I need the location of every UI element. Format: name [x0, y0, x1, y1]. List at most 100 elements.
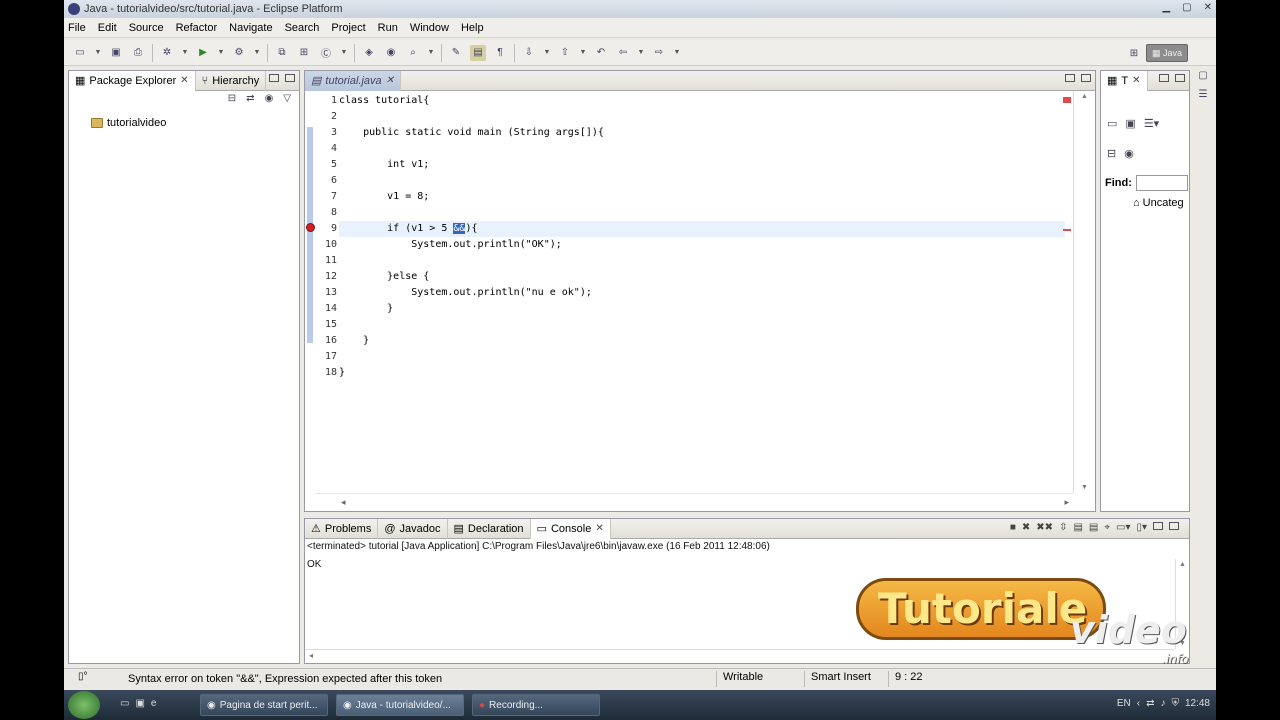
- maximize-view-icon[interactable]: [1175, 74, 1185, 82]
- menu-edit[interactable]: Edit: [98, 22, 117, 34]
- show-whitespace-icon[interactable]: ¶: [492, 45, 508, 61]
- code-line[interactable]: }else {: [339, 269, 1065, 285]
- code-line[interactable]: int v1;: [339, 157, 1065, 173]
- toggle-block-icon[interactable]: ▤: [470, 44, 486, 61]
- display-console-icon[interactable]: ▭▾: [1116, 522, 1130, 533]
- remove-launch-icon[interactable]: ✖: [1022, 522, 1030, 533]
- tab-task-list[interactable]: ▦ T ✕: [1101, 70, 1148, 91]
- tab-problems[interactable]: ⚠ Problems: [305, 518, 379, 539]
- code-line[interactable]: [339, 109, 1065, 125]
- clock[interactable]: 12:48: [1185, 698, 1210, 709]
- code-area[interactable]: class tutorial{ public static void main …: [339, 93, 1065, 381]
- scroll-right-icon[interactable]: ▸: [1064, 497, 1069, 508]
- restore-icon[interactable]: ▢: [1198, 70, 1207, 81]
- previous-annotation-icon[interactable]: ⇧: [557, 45, 573, 61]
- code-line[interactable]: }: [339, 301, 1065, 317]
- tab-hierarchy[interactable]: ⑂ Hierarchy: [196, 70, 267, 91]
- menu-help[interactable]: Help: [461, 22, 484, 34]
- menu-refactor[interactable]: Refactor: [176, 22, 218, 34]
- debug-icon[interactable]: ✲: [159, 45, 175, 61]
- menu-source[interactable]: Source: [129, 22, 164, 34]
- print-icon[interactable]: ⎙: [130, 45, 146, 61]
- external-tools-icon[interactable]: ⚙: [231, 45, 247, 61]
- maximize-view-icon[interactable]: [1081, 74, 1091, 82]
- new-dropdown-icon[interactable]: ▼: [94, 45, 102, 61]
- scroll-up-icon[interactable]: ▲: [1081, 93, 1088, 100]
- scroll-down-icon[interactable]: ▼: [1081, 484, 1088, 491]
- scroll-left-icon[interactable]: ◂: [309, 651, 313, 660]
- fast-view-icon[interactable]: ▯°: [78, 671, 88, 682]
- forward-icon[interactable]: ⇨: [651, 45, 667, 61]
- run-dropdown-icon[interactable]: ▼: [217, 45, 225, 61]
- vertical-ruler[interactable]: [305, 91, 315, 489]
- link-with-editor-icon[interactable]: ⇄: [246, 93, 254, 104]
- code-line[interactable]: [339, 349, 1065, 365]
- minimize-view-icon[interactable]: [269, 74, 279, 82]
- pin-console-icon[interactable]: ⌖: [1104, 522, 1110, 533]
- debug-dropdown-icon[interactable]: ▼: [181, 45, 189, 61]
- code-line[interactable]: [339, 317, 1065, 333]
- network-icon[interactable]: ⇄: [1146, 698, 1154, 709]
- tab-console[interactable]: ▭ Console ✕: [530, 518, 611, 539]
- back-icon[interactable]: ⇦: [615, 45, 631, 61]
- menu-window[interactable]: Window: [410, 22, 449, 34]
- menu-run[interactable]: Run: [378, 22, 398, 34]
- new-task-icon[interactable]: ▭: [1107, 117, 1117, 130]
- scroll-up-icon[interactable]: ▲: [1179, 561, 1186, 568]
- search-dropdown-icon[interactable]: ▼: [427, 45, 435, 61]
- code-line[interactable]: [339, 205, 1065, 221]
- minimize-button[interactable]: ▁: [1162, 2, 1170, 13]
- open-task-icon[interactable]: ◉: [383, 45, 399, 61]
- external-tools-dropdown-icon[interactable]: ▼: [253, 45, 261, 61]
- switch-windows-icon[interactable]: ▣: [135, 698, 144, 709]
- show-stdout-icon[interactable]: ▤: [1073, 522, 1082, 533]
- show-desktop-icon[interactable]: ▭: [120, 698, 129, 709]
- minimize-view-icon[interactable]: [1153, 522, 1163, 530]
- close-icon[interactable]: ✕: [1132, 75, 1140, 86]
- back-dropdown-icon[interactable]: ▼: [637, 45, 645, 61]
- code-line[interactable]: public static void main (String args[]){: [339, 125, 1065, 141]
- code-line[interactable]: }: [339, 333, 1065, 349]
- error-overview-marker[interactable]: [1063, 229, 1071, 231]
- focus-icon[interactable]: ◉: [265, 93, 274, 104]
- new-java-project-icon[interactable]: ⧉: [274, 45, 290, 61]
- volume-icon[interactable]: ♪: [1160, 698, 1165, 709]
- new-class-icon[interactable]: Ⓒ: [318, 45, 334, 61]
- find-input[interactable]: [1135, 175, 1188, 191]
- previous-annotation-dropdown-icon[interactable]: ▼: [579, 45, 587, 61]
- view-menu-icon[interactable]: ▽: [283, 93, 291, 104]
- focus-icon[interactable]: ◉: [1124, 147, 1134, 160]
- new-class-dropdown-icon[interactable]: ▼: [340, 45, 348, 61]
- open-type-icon[interactable]: ◈: [361, 45, 377, 61]
- categorize-icon[interactable]: ▣: [1125, 117, 1135, 130]
- editor-horizontal-scrollbar[interactable]: ◂ ▸: [315, 493, 1073, 511]
- terminate-icon[interactable]: ■: [1010, 522, 1016, 533]
- maximize-view-icon[interactable]: [285, 74, 295, 82]
- menu-navigate[interactable]: Navigate: [229, 22, 272, 34]
- menu-file[interactable]: File: [68, 22, 86, 34]
- minimize-view-icon[interactable]: [1065, 74, 1075, 82]
- show-stderr-icon[interactable]: ▤: [1089, 522, 1098, 533]
- filter-icon[interactable]: ☰▾: [1144, 117, 1159, 130]
- tray-expand-icon[interactable]: ‹: [1137, 698, 1140, 709]
- console-output[interactable]: OK: [307, 559, 321, 570]
- maximize-view-icon[interactable]: [1169, 522, 1179, 530]
- code-line[interactable]: System.out.println("nu e ok");: [339, 285, 1065, 301]
- maximize-button[interactable]: ▢: [1182, 2, 1191, 13]
- tab-tutorial-java[interactable]: ▤ tutorial.java ✕: [305, 70, 402, 91]
- selected-token[interactable]: &&: [453, 223, 466, 234]
- java-perspective-button[interactable]: ▦ Java: [1146, 44, 1188, 62]
- code-line[interactable]: class tutorial{: [339, 93, 1065, 109]
- collapse-all-icon[interactable]: ⊟: [228, 93, 236, 104]
- last-edit-icon[interactable]: ↶: [593, 45, 609, 61]
- scroll-left-icon[interactable]: ◂: [341, 497, 346, 508]
- new-package-icon[interactable]: ⊞: [296, 45, 312, 61]
- code-line[interactable]: }: [339, 365, 1065, 381]
- code-line[interactable]: System.out.println("OK");: [339, 237, 1065, 253]
- outline-icon[interactable]: ☰: [1199, 89, 1208, 100]
- open-perspective-icon[interactable]: ⊞: [1126, 45, 1142, 61]
- code-line[interactable]: [339, 141, 1065, 157]
- close-icon[interactable]: ✕: [595, 523, 603, 534]
- tab-package-explorer[interactable]: ▦ Package Explorer ✕: [69, 70, 196, 91]
- forward-dropdown-icon[interactable]: ▼: [673, 45, 681, 61]
